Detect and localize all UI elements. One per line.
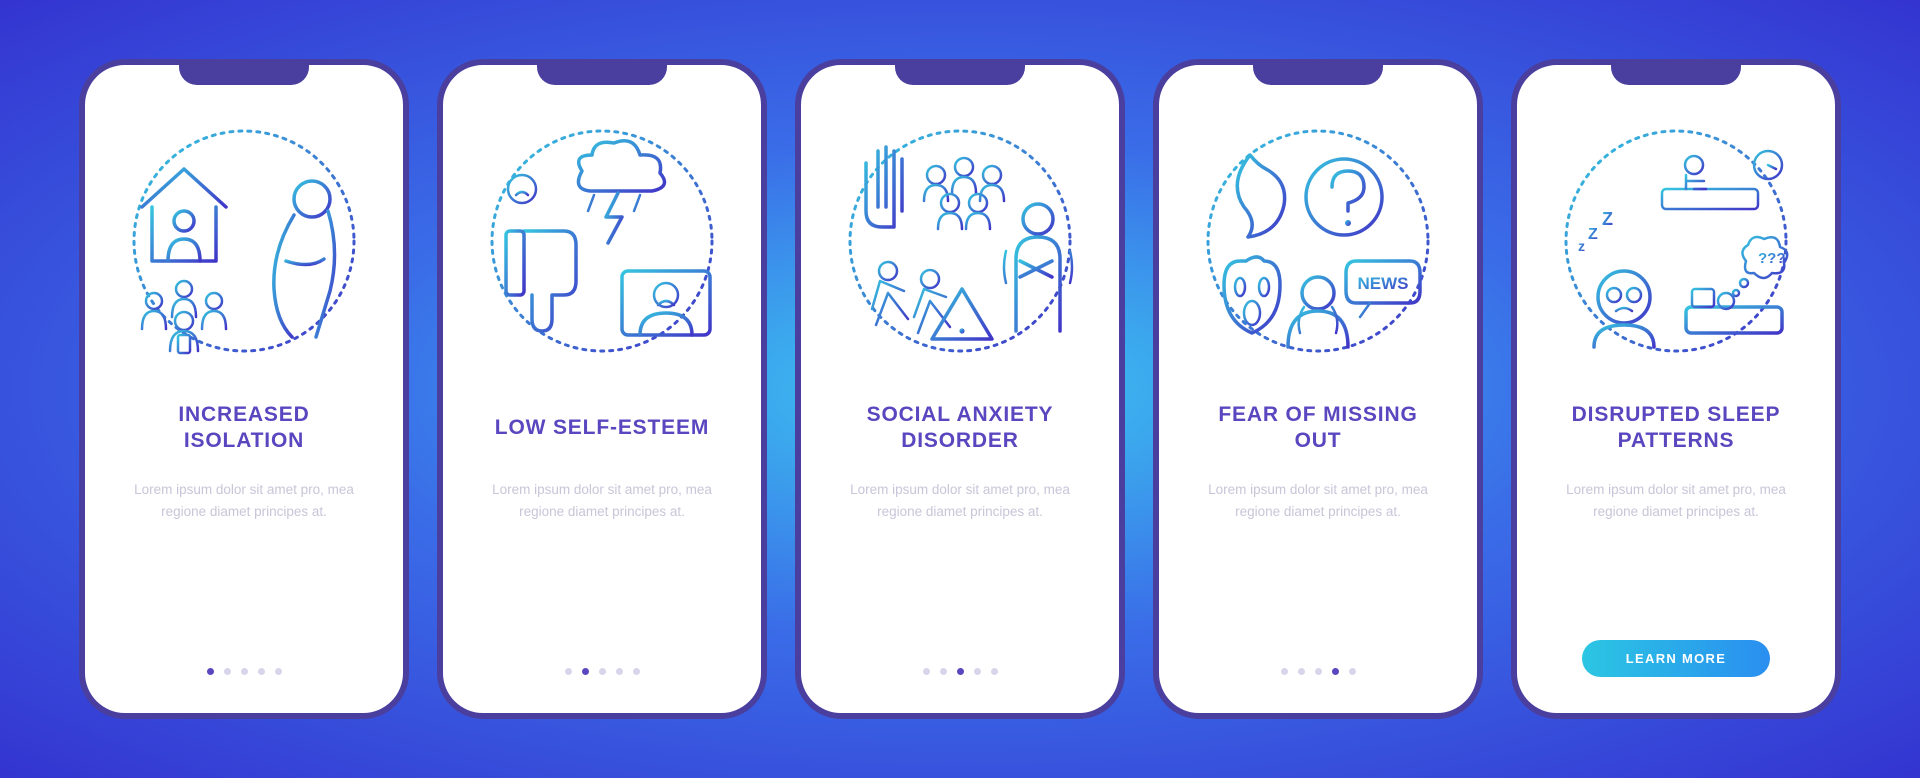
card-description: Lorem ipsum dolor sit amet pro, mea regi… (1193, 479, 1443, 522)
dot-1[interactable] (923, 668, 930, 675)
dot-5[interactable] (275, 668, 282, 675)
social-anxiety-icon (830, 111, 1090, 371)
page-indicator (565, 668, 640, 685)
dot-1[interactable] (565, 668, 572, 675)
dot-4[interactable] (258, 668, 265, 675)
phone-notch (537, 59, 667, 85)
page-indicator (923, 668, 998, 685)
card-description: Lorem ipsum dolor sit amet pro, mea regi… (477, 479, 727, 522)
dot-4[interactable] (616, 668, 623, 675)
dot-5[interactable] (991, 668, 998, 675)
dot-2[interactable] (940, 668, 947, 675)
onboarding-card-1: INCREASED ISOLATION Lorem ipsum dolor si… (79, 59, 409, 719)
dot-3[interactable] (599, 668, 606, 675)
learn-more-button[interactable]: LEARN MORE (1582, 640, 1770, 677)
isolation-icon (114, 111, 374, 371)
svg-text:z: z (1578, 238, 1585, 254)
onboarding-card-4: NEWS FEAR OF MISSING OUT Lorem ipsum dol… (1153, 59, 1483, 719)
dot-3[interactable] (957, 668, 964, 675)
phone-notch (1253, 59, 1383, 85)
dot-1[interactable] (207, 668, 214, 675)
card-description: Lorem ipsum dolor sit amet pro, mea regi… (835, 479, 1085, 522)
card-title: LOW SELF-ESTEEM (495, 401, 709, 455)
card-title: SOCIAL ANXIETY DISORDER (867, 401, 1054, 455)
dot-5[interactable] (633, 668, 640, 675)
dot-4[interactable] (1332, 668, 1339, 675)
dot-2[interactable] (582, 668, 589, 675)
dot-3[interactable] (241, 668, 248, 675)
phone-notch (895, 59, 1025, 85)
phone-notch (179, 59, 309, 85)
svg-text:Z: Z (1588, 226, 1598, 243)
dot-1[interactable] (1281, 668, 1288, 675)
dot-3[interactable] (1315, 668, 1322, 675)
phone-notch (1611, 59, 1741, 85)
svg-text:NEWS: NEWS (1358, 274, 1409, 293)
fomo-icon: NEWS (1188, 111, 1448, 371)
low-esteem-icon (472, 111, 732, 371)
card-title: FEAR OF MISSING OUT (1218, 401, 1417, 455)
dot-2[interactable] (1298, 668, 1305, 675)
card-description: Lorem ipsum dolor sit amet pro, mea regi… (1551, 479, 1801, 522)
card-description: Lorem ipsum dolor sit amet pro, mea regi… (119, 479, 369, 522)
page-indicator (1281, 668, 1356, 685)
dot-5[interactable] (1349, 668, 1356, 675)
svg-text:Z: Z (1602, 209, 1613, 229)
onboarding-card-3: SOCIAL ANXIETY DISORDER Lorem ipsum dolo… (795, 59, 1125, 719)
svg-text:???: ??? (1758, 250, 1786, 267)
onboarding-card-5: z Z Z ??? DISRUPTED SLEEP PATTERNS Lorem… (1511, 59, 1841, 719)
card-title: INCREASED ISOLATION (178, 401, 309, 455)
page-indicator (207, 668, 282, 685)
onboarding-card-2: LOW SELF-ESTEEM Lorem ipsum dolor sit am… (437, 59, 767, 719)
card-title: DISRUPTED SLEEP PATTERNS (1572, 401, 1781, 455)
dot-2[interactable] (224, 668, 231, 675)
sleep-icon: z Z Z ??? (1546, 111, 1806, 371)
dot-4[interactable] (974, 668, 981, 675)
